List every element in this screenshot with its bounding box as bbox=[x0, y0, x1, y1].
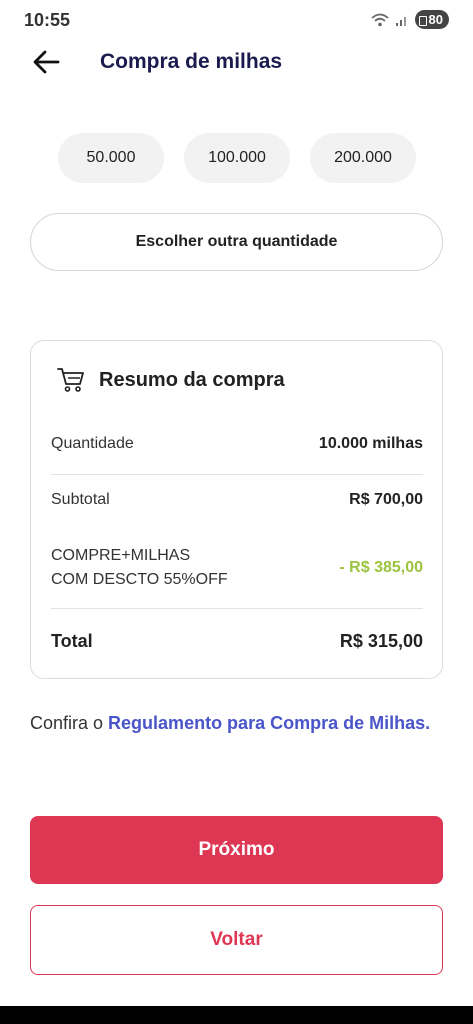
back-button[interactable] bbox=[30, 46, 68, 78]
cart-icon bbox=[57, 368, 84, 392]
signal-icon bbox=[395, 16, 406, 26]
other-quantity-button[interactable]: Escolher outra quantidade bbox=[30, 213, 443, 271]
next-button[interactable]: Próximo bbox=[30, 816, 443, 884]
summary-header: Resumo da compra bbox=[57, 367, 285, 393]
terms-text: Confira o Regulamento para Compra de Mil… bbox=[30, 708, 443, 738]
status-bar: 10:55 80 bbox=[0, 0, 473, 44]
quantity-value: 10.000 milhas bbox=[318, 435, 423, 452]
quantity-option-100000[interactable]: 100.000 bbox=[184, 133, 290, 183]
summary-title: Resumo da compra bbox=[99, 368, 285, 391]
arrow-left-icon bbox=[33, 50, 60, 74]
subtotal-value: R$ 700,00 bbox=[349, 491, 423, 508]
total-row: Total R$ 315,00 bbox=[51, 631, 423, 652]
discount-value: - R$ 385,00 bbox=[339, 559, 423, 576]
page-title: Compra de milhas bbox=[100, 50, 283, 73]
wifi-icon bbox=[370, 13, 389, 26]
quantity-option-50000[interactable]: 50.000 bbox=[58, 133, 164, 183]
discount-label: COMPRE+MILHAS COM DESCTO 55%OFF bbox=[51, 544, 228, 592]
purchase-summary-card: Resumo da compra Quantidade 10.000 milha… bbox=[30, 340, 443, 679]
quantity-options: 50.000 100.000 200.000 bbox=[58, 133, 416, 183]
battery-indicator: 80 bbox=[414, 10, 449, 29]
status-time: 10:55 bbox=[24, 10, 71, 30]
terms-prefix: Confira o bbox=[30, 713, 109, 733]
header: Compra de milhas bbox=[0, 40, 473, 84]
divider bbox=[51, 474, 423, 475]
subtotal-label: Subtotal bbox=[51, 491, 110, 508]
total-label: Total bbox=[51, 631, 93, 651]
total-value: R$ 315,00 bbox=[339, 631, 423, 651]
subtotal-row: Subtotal R$ 700,00 bbox=[51, 491, 423, 509]
status-icons: 80 bbox=[370, 10, 449, 29]
regulation-link[interactable]: Regulamento para Compra de Milhas. bbox=[108, 713, 430, 733]
discount-row: COMPRE+MILHAS COM DESCTO 55%OFF - R$ 385… bbox=[51, 544, 423, 592]
quantity-label: Quantidade bbox=[51, 435, 134, 452]
discount-label-line2: COM DESCTO 55%OFF bbox=[51, 571, 228, 588]
quantity-option-200000[interactable]: 200.000 bbox=[310, 133, 416, 183]
system-nav-bar bbox=[0, 1006, 473, 1024]
back-button-bottom[interactable]: Voltar bbox=[30, 905, 443, 975]
discount-label-line1: COMPRE+MILHAS bbox=[51, 547, 191, 564]
divider bbox=[51, 608, 423, 609]
quantity-row: Quantidade 10.000 milhas bbox=[51, 435, 423, 453]
